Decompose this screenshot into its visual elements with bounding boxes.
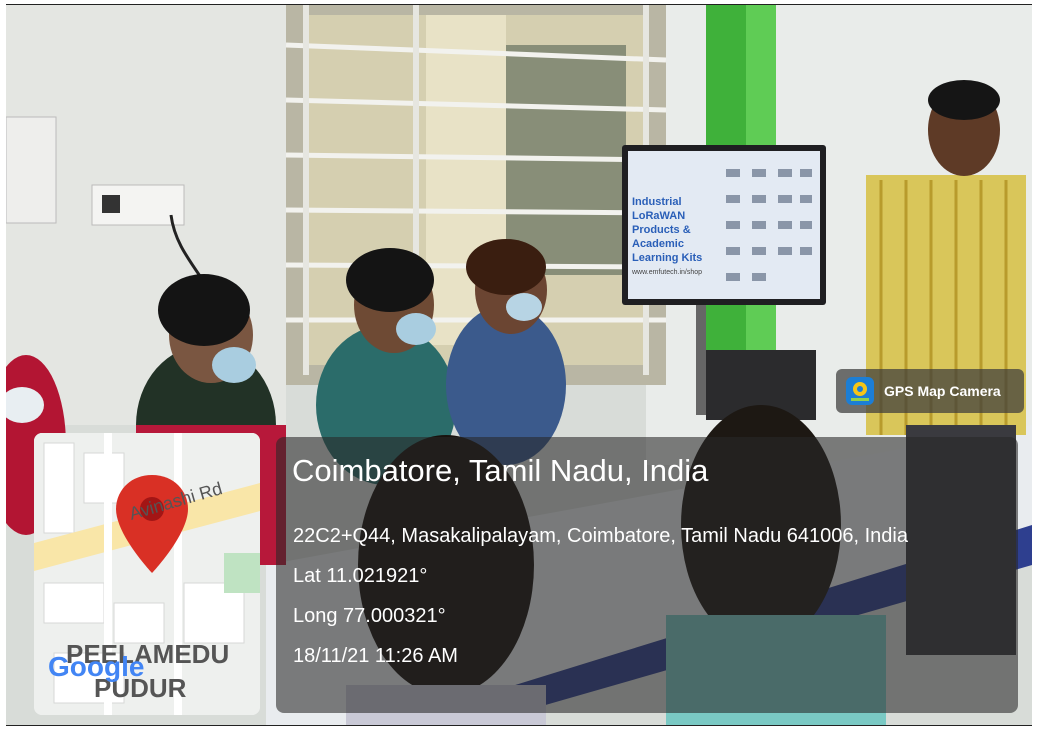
tv-slide-line-1: Industrial LoRaWAN <box>632 196 686 222</box>
tv-slide-url: www.emfutech.in/shop <box>632 269 703 276</box>
photo-frame: Industrial LoRaWAN Products & Academic L… <box>6 4 1032 726</box>
product-thumbnails <box>726 169 812 281</box>
location-title: Coimbatore, Tamil Nadu, India <box>292 453 709 488</box>
tv-slide-line-3: Academic Learning Kits <box>632 238 703 264</box>
location-datetime: 18/11/21 11:26 AM <box>293 645 458 667</box>
location-latitude: Lat 11.021921° <box>293 565 428 587</box>
map-thumbnail: Avinashi Rd PEELAMEDU PUDUR Google <box>34 433 260 715</box>
gps-app-name: GPS Map Camera <box>884 383 1001 399</box>
tv-slide-line-2: Products & <box>632 224 691 236</box>
location-address: 22C2+Q44, Masakalipalayam, Coimbatore, T… <box>293 525 908 547</box>
location-longitude: Long 77.000321° <box>293 605 446 627</box>
gps-app-badge: GPS Map Camera <box>836 369 1024 413</box>
google-logo: Google <box>48 651 145 682</box>
gps-map-camera-icon <box>846 377 874 405</box>
tv-slide-title: Industrial LoRaWAN Products & Academic L… <box>632 195 722 265</box>
